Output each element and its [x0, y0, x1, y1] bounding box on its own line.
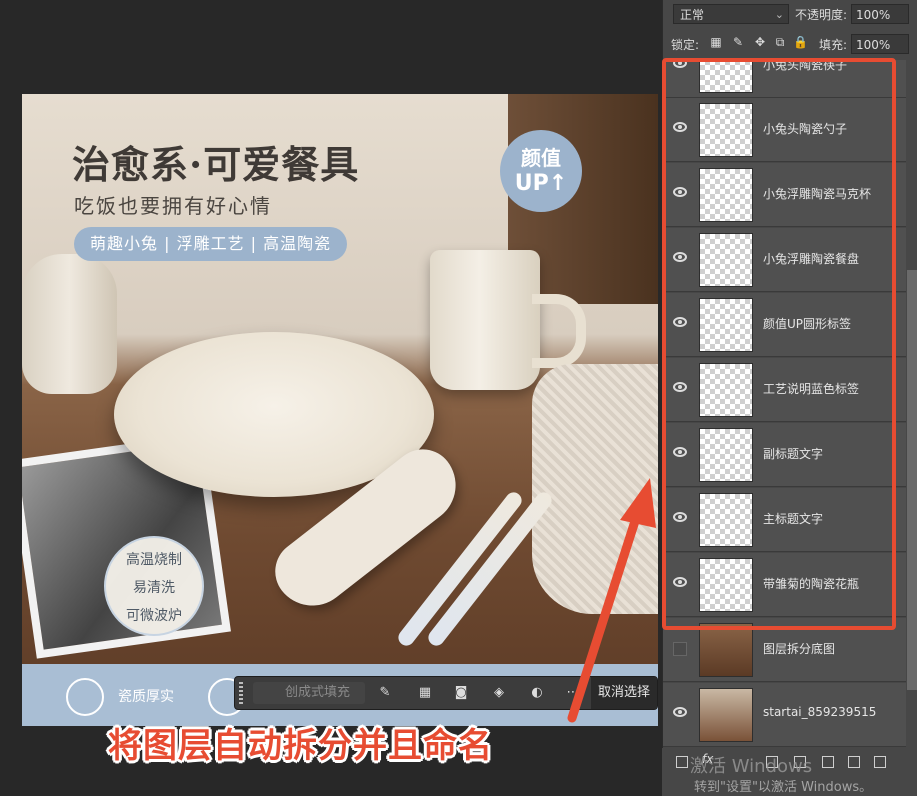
- opacity-input[interactable]: 100%: [851, 4, 909, 24]
- lock-artboard-icon[interactable]: ⧉: [773, 35, 787, 49]
- badge-line1: 颜值: [521, 146, 561, 170]
- lace-cloth-image: [532, 364, 658, 614]
- adjustment-icon[interactable]: ◐: [529, 685, 545, 701]
- poster-subtitle: 吃饭也要拥有好心情: [74, 194, 272, 218]
- cancel-selection-button[interactable]: 取消选择: [591, 677, 657, 709]
- rabbit-mug-image: [430, 250, 540, 390]
- lock-position-icon[interactable]: ✥: [753, 35, 767, 49]
- lock-all-icon[interactable]: 🔒: [793, 35, 808, 49]
- bottom-band-label: 瓷质厚实: [118, 689, 174, 705]
- feature-item: 易清洗: [133, 580, 175, 596]
- layer-mask-icon[interactable]: ◙: [453, 685, 469, 701]
- trash-icon[interactable]: [874, 756, 886, 768]
- windows-watermark-title: 激活 Windows: [690, 756, 813, 777]
- bowl-icon: [66, 678, 104, 716]
- lock-fill-row: 锁定: ▦ ✎ ✥ ⧉ 🔒 填充: 100%: [669, 34, 913, 54]
- fill-input[interactable]: 100%: [851, 34, 909, 54]
- layer-name: startai_859239515: [763, 705, 877, 719]
- layer-name: 图层拆分底图: [763, 642, 836, 656]
- lock-image-brush-icon[interactable]: ✎: [731, 35, 745, 49]
- visibility-toggle-off[interactable]: [673, 642, 687, 656]
- badge-line2: UP↑: [514, 171, 568, 196]
- select-subject-brush-icon[interactable]: ✎: [377, 685, 393, 701]
- layers-scrollbar[interactable]: [907, 270, 917, 690]
- poster-title: 治愈系·可爱餐具: [72, 142, 360, 187]
- opacity-label: 不透明度:: [795, 8, 848, 22]
- layer-thumbnail: [699, 623, 753, 677]
- layer-thumbnail: [699, 688, 753, 742]
- drag-handle-icon[interactable]: [239, 682, 243, 704]
- blend-opacity-row: 正常 ⌄ 不透明度: 100%: [669, 4, 913, 26]
- feature-item: 高温烧制: [126, 552, 182, 568]
- highlight-box: [662, 58, 896, 630]
- generative-fill-label: 创成式填充: [285, 685, 351, 700]
- generative-fill-button[interactable]: 创成式填充: [253, 682, 365, 704]
- lock-label: 锁定:: [671, 38, 700, 52]
- fill-label: 填充:: [819, 38, 848, 52]
- link-layers-icon[interactable]: [676, 756, 688, 768]
- daisy-vase-image: [22, 254, 117, 394]
- feature-circle: 高温烧制 易清洗 可微波炉: [104, 536, 204, 636]
- beauty-up-badge: 颜值 UP↑: [500, 130, 582, 212]
- annotation-caption: 将图层自动拆分并且命名: [108, 726, 493, 766]
- group-folder-icon[interactable]: [822, 756, 834, 768]
- blend-mode-value: 正常: [680, 8, 705, 22]
- chevron-down-icon: ⌄: [774, 8, 784, 21]
- mug-handle-image: [532, 294, 586, 368]
- modify-selection-icon[interactable]: ▦: [417, 685, 433, 701]
- fill-bucket-icon[interactable]: ◈: [491, 685, 507, 701]
- more-options-icon[interactable]: ⋯: [565, 685, 581, 701]
- document-canvas[interactable]: 治愈系·可爱餐具 吃饭也要拥有好心情 萌趣小兔 | 浮雕工艺 | 高温陶瓷 颜值…: [22, 94, 658, 726]
- craft-tag-bar: 萌趣小兔 | 浮雕工艺 | 高温陶瓷: [74, 227, 348, 261]
- feature-item: 可微波炉: [126, 608, 182, 624]
- visibility-eye-icon[interactable]: [673, 707, 687, 717]
- windows-watermark-hint: 转到"设置"以激活 Windows。: [694, 780, 873, 795]
- layer-row[interactable]: startai_859239515: [663, 683, 906, 747]
- contextual-task-bar: 创成式填充 ✎ ▦ ◙ ◈ ◐ ⋯ 取消选择: [234, 676, 658, 710]
- blend-mode-select[interactable]: 正常 ⌄: [673, 4, 789, 24]
- new-layer-icon[interactable]: [848, 756, 860, 768]
- document-workspace: 治愈系·可爱餐具 吃饭也要拥有好心情 萌趣小兔 | 浮雕工艺 | 高温陶瓷 颜值…: [0, 0, 662, 796]
- lock-transparent-icon[interactable]: ▦: [709, 35, 723, 49]
